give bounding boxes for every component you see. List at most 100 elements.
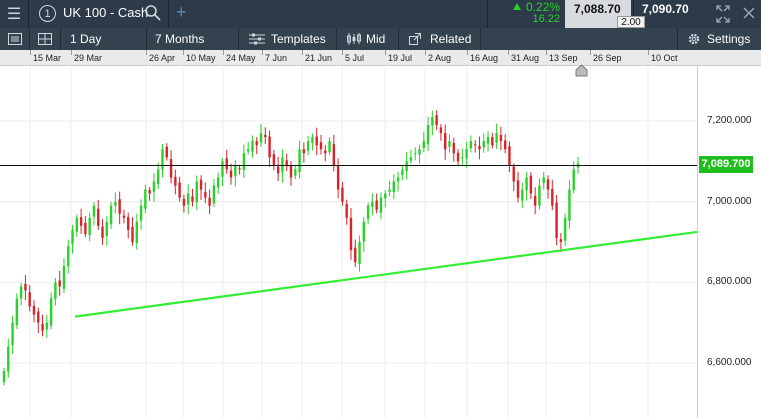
search-icon[interactable]: [143, 3, 163, 23]
candle: [525, 172, 528, 201]
candle: [345, 199, 348, 225]
divider: [28, 0, 29, 28]
time-tick-label: 7 Jun: [265, 53, 288, 63]
candle: [37, 307, 40, 334]
candle: [191, 188, 194, 207]
time-tick-label: 10 May: [186, 53, 216, 63]
candle: [19, 282, 23, 306]
candle: [114, 192, 117, 214]
current-price-label: 7,089.700: [699, 156, 753, 173]
candle: [452, 137, 455, 162]
candle: [551, 179, 554, 211]
price-tick-label: 6,800.000: [707, 276, 752, 288]
candle: [92, 202, 96, 226]
external-link-icon: [409, 33, 421, 45]
templates-button[interactable]: Templates: [239, 28, 337, 50]
time-axis[interactable]: 15 Mar 29 Mar 26 Apr 10 May 24 May 7 Jun 21 Ju…: [0, 50, 761, 66]
expand-icon[interactable]: [716, 5, 730, 23]
candle: [482, 133, 485, 153]
interval-dropdown[interactable]: 1 Day: [61, 28, 147, 50]
time-tick: [223, 50, 224, 55]
settings-button[interactable]: Settings: [677, 28, 761, 50]
candle: [186, 184, 190, 215]
home-marker-icon[interactable]: [575, 64, 588, 77]
candle: [204, 182, 207, 204]
interval-label: 1 Day: [70, 32, 102, 46]
price-change: 0.22% 16.22: [500, 0, 562, 28]
time-tick-label: 31 Aug: [511, 53, 540, 63]
candle: [272, 149, 276, 171]
candle: [135, 213, 138, 250]
candle: [486, 131, 490, 152]
time-tick: [590, 50, 591, 55]
candle: [45, 315, 49, 338]
time-tick-label: 2 Aug: [428, 53, 452, 63]
candle: [101, 219, 104, 245]
instrument-name[interactable]: UK 100 - Cash: [63, 5, 148, 20]
candle: [11, 315, 14, 354]
candle: [431, 110, 434, 136]
sliders-icon: [249, 33, 265, 45]
layout-button[interactable]: [30, 28, 61, 50]
candle: [41, 314, 44, 337]
candle: [461, 148, 464, 165]
candle: [122, 209, 126, 224]
candle: [495, 123, 498, 149]
candle: [268, 130, 271, 167]
candle: [178, 176, 181, 202]
candle: [538, 178, 541, 210]
candle: [157, 162, 160, 190]
time-tick-label: 13 Sep: [549, 53, 578, 63]
plus-icon[interactable]: +: [176, 2, 187, 23]
candle: [315, 127, 318, 156]
range-dropdown[interactable]: 7 Months: [147, 28, 239, 50]
candle: [58, 270, 61, 296]
hamburger-icon[interactable]: ☰: [0, 0, 28, 28]
candle: [62, 258, 66, 294]
ask-price: 7,090.70: [642, 2, 689, 16]
candle: [165, 143, 168, 161]
candle: [521, 182, 524, 209]
time-tick: [146, 50, 147, 55]
candle: [388, 180, 391, 197]
candle: [294, 166, 297, 180]
price-mode-dropdown[interactable]: Mid: [337, 28, 399, 50]
related-button[interactable]: Related: [399, 28, 481, 50]
candle: [473, 140, 477, 153]
candle: [71, 225, 74, 254]
up-arrow-icon: [513, 3, 521, 10]
time-tick: [425, 50, 426, 55]
candle: [396, 171, 400, 192]
candle: [139, 199, 143, 230]
candle: [229, 163, 233, 185]
candle: [499, 126, 503, 151]
time-tick: [385, 50, 386, 55]
chart-list-button[interactable]: [0, 28, 30, 50]
candle: [533, 187, 537, 215]
time-tick: [342, 50, 343, 55]
candle: [444, 124, 447, 160]
candles-icon: [347, 33, 361, 45]
candle: [97, 199, 100, 230]
candle: [478, 136, 481, 160]
candle: [131, 217, 134, 246]
candle: [208, 189, 211, 215]
candle: [563, 213, 567, 247]
candle: [216, 172, 220, 194]
time-tick: [262, 50, 263, 55]
candle: [195, 175, 198, 210]
time-tick: [648, 50, 649, 55]
time-tick-label: 21 Jun: [305, 53, 333, 63]
time-tick: [30, 50, 31, 55]
candle: [242, 144, 246, 179]
price-chart[interactable]: [0, 66, 761, 418]
candle: [212, 179, 216, 207]
candle: [366, 202, 370, 225]
trendline[interactable]: [74, 230, 698, 318]
bid-price: 7,088.70: [574, 2, 621, 16]
candle: [358, 235, 361, 272]
candle: [289, 161, 293, 186]
close-icon[interactable]: [743, 7, 755, 19]
slot-number-badge[interactable]: 1: [39, 5, 56, 22]
candle: [251, 135, 254, 158]
